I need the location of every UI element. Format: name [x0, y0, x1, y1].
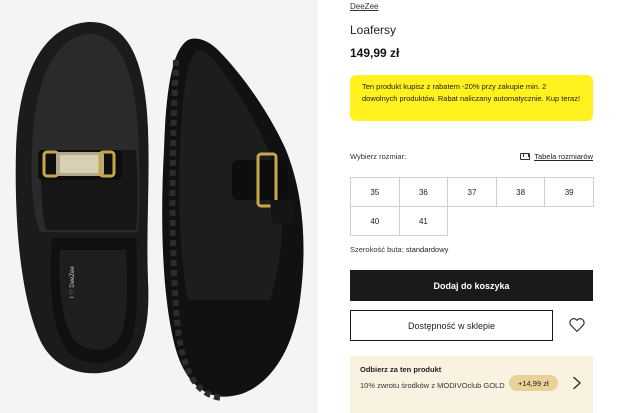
- add-to-cart-button[interactable]: Dodaj do koszyka: [350, 270, 593, 301]
- size-selector-header: Wybierz rozmiar: Tabela rozmiarów: [350, 152, 593, 164]
- product-details-panel: DeeZee Loafersy 149,99 zł Ten produkt ku…: [350, 0, 594, 413]
- left-shoe-image: [15, 21, 149, 374]
- insole-label: I ♡ DeeZee: [69, 266, 76, 298]
- chevron-right-icon[interactable]: [571, 376, 583, 390]
- cashback-title: Odbierz za ten produkt: [360, 365, 442, 374]
- size-option[interactable]: 39: [544, 177, 594, 207]
- product-price: 149,99 zł: [350, 46, 400, 60]
- cashback-amount-badge: +14,99 zł: [509, 375, 558, 391]
- shoe-width-value: standardowy: [405, 245, 449, 254]
- size-option[interactable]: 35: [350, 177, 400, 207]
- heart-icon[interactable]: [568, 316, 586, 334]
- brand-link[interactable]: DeeZee: [350, 2, 378, 11]
- store-availability-button[interactable]: Dostępność w sklepie: [350, 310, 553, 341]
- promo-banner: Ten produkt kupisz z rabatem -20% przy z…: [350, 75, 593, 121]
- promo-text: Ten produkt kupisz z rabatem -20% przy z…: [362, 82, 581, 103]
- size-option[interactable]: 41: [398, 206, 449, 236]
- size-option[interactable]: 38: [495, 177, 546, 207]
- product-image: I ♡ DeeZee: [0, 0, 318, 413]
- shoe-width-info: Szerokość buta: standardowy: [350, 245, 448, 254]
- size-grid: 35 36 37 38 39 40 41: [350, 177, 594, 236]
- size-option[interactable]: 37: [447, 177, 497, 207]
- cashback-banner[interactable]: Odbierz za ten produkt 10% zwrotu środkó…: [350, 356, 593, 413]
- size-label: Wybierz rozmiar:: [350, 152, 407, 161]
- size-option[interactable]: 36: [398, 177, 449, 207]
- product-title: Loafersy: [350, 23, 397, 37]
- shoe-width-label: Szerokość buta:: [350, 245, 404, 254]
- size-chart-label: Tabela rozmiarów: [534, 152, 593, 161]
- product-image-gallery[interactable]: I ♡ DeeZee: [0, 0, 318, 413]
- cashback-text: 10% zwrotu środków z MODIVOclub GOLD: [360, 381, 505, 390]
- size-option[interactable]: 40: [350, 206, 400, 236]
- size-chart-link[interactable]: Tabela rozmiarów: [520, 152, 593, 161]
- ruler-icon: [520, 153, 531, 160]
